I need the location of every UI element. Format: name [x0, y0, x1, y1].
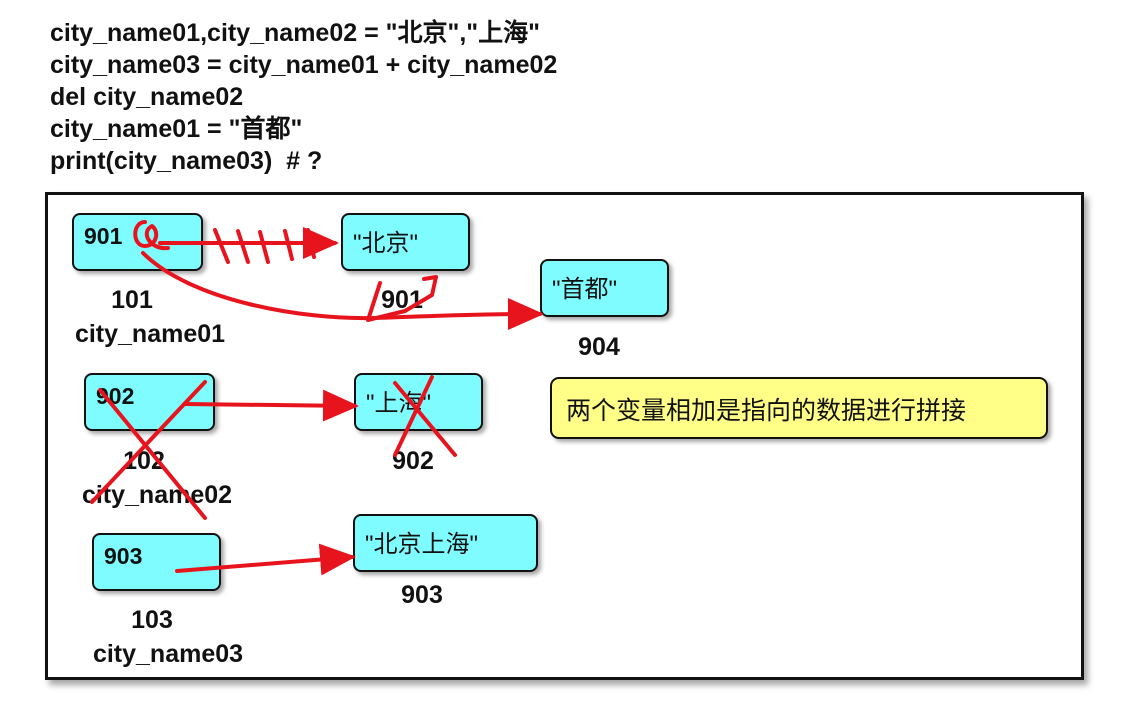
- scribble-mark: [366, 275, 438, 322]
- arrow-city-name02-to-902: [183, 389, 359, 422]
- annotation-layer: [90, 220, 544, 576]
- cross-out-tick: [258, 230, 270, 264]
- cross-out-tick: [213, 228, 230, 264]
- cross-out-variable: [98, 388, 207, 520]
- arrow-city-name03-to-903: [175, 543, 356, 576]
- cross-out-tick: [236, 229, 250, 264]
- arrow-city-name01-to-904: [141, 251, 544, 331]
